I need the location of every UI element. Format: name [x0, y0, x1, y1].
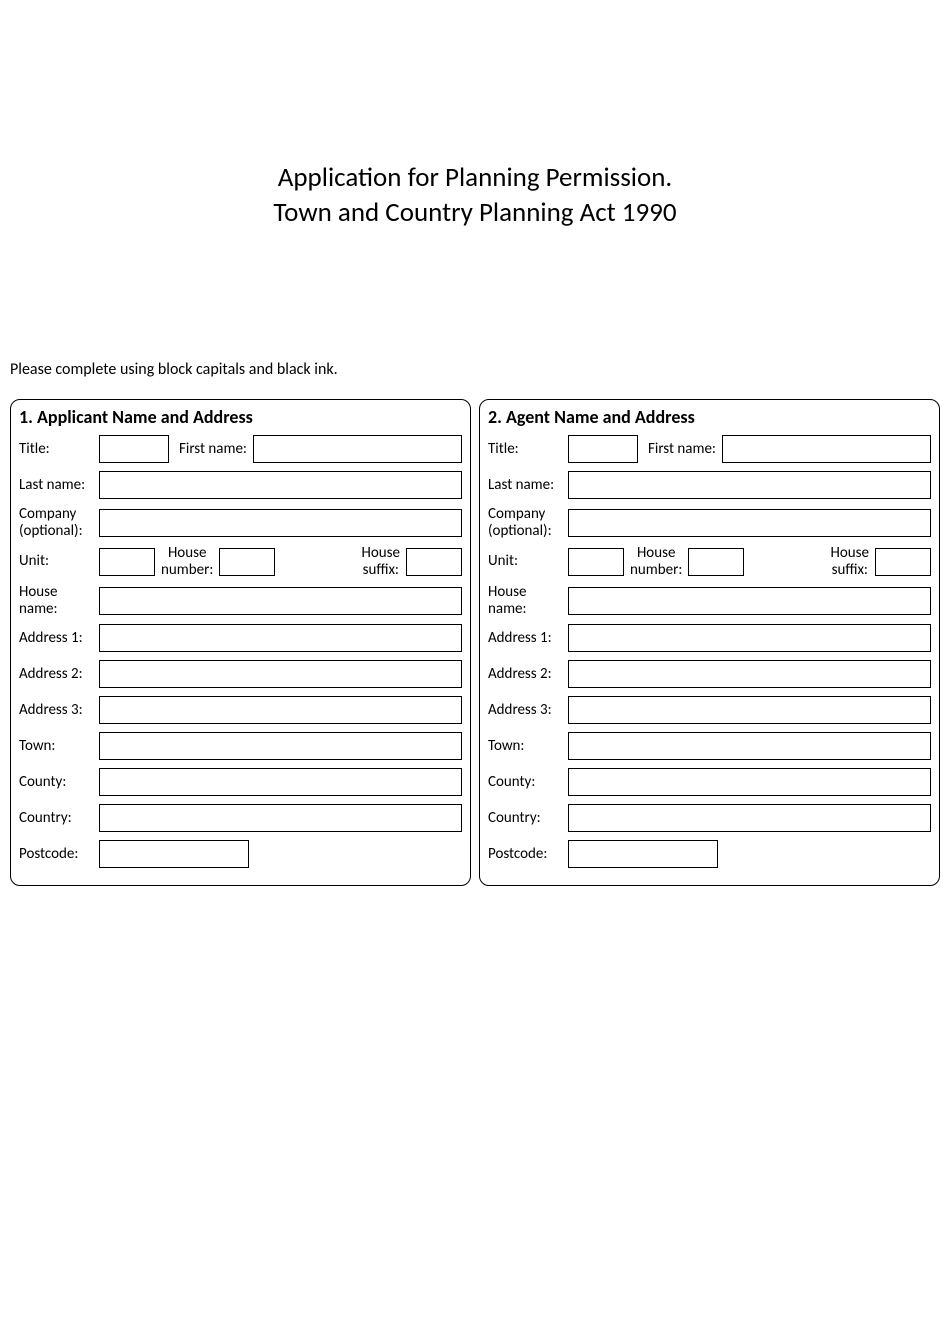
applicant-postcode-field[interactable] [99, 840, 249, 868]
applicant-town-label: Town: [19, 738, 99, 755]
applicant-section: 1. Applicant Name and Address Title: Fir… [10, 399, 471, 886]
instruction-text: Please complete using block capitals and… [10, 360, 940, 379]
agent-housenumber-field[interactable] [688, 548, 744, 576]
agent-unit-field[interactable] [568, 548, 624, 576]
agent-address1-label: Address 1: [488, 630, 568, 647]
applicant-address2-field[interactable] [99, 660, 462, 688]
agent-firstname-label: First name: [638, 441, 722, 458]
applicant-housenumber-field[interactable] [219, 548, 275, 576]
agent-address1-field[interactable] [568, 624, 931, 652]
applicant-housesuffix-field[interactable] [406, 548, 462, 576]
agent-address3-label: Address 3: [488, 702, 568, 719]
applicant-housename-field[interactable] [99, 587, 462, 615]
document-title-block: Application for Planning Permission. Tow… [10, 160, 940, 230]
agent-address2-field[interactable] [568, 660, 931, 688]
agent-address2-label: Address 2: [488, 666, 568, 683]
agent-county-label: County: [488, 774, 568, 791]
applicant-postcode-label: Postcode: [19, 846, 99, 863]
agent-unit-label: Unit: [488, 553, 568, 570]
applicant-county-field[interactable] [99, 768, 462, 796]
agent-town-field[interactable] [568, 732, 931, 760]
applicant-heading: 1. Applicant Name and Address [19, 406, 462, 428]
applicant-address3-field[interactable] [99, 696, 462, 724]
applicant-firstname-label: First name: [169, 441, 253, 458]
title-line-2: Town and Country Planning Act 1990 [10, 195, 940, 230]
applicant-firstname-field[interactable] [253, 435, 462, 463]
applicant-title-field[interactable] [99, 435, 169, 463]
applicant-title-label: Title: [19, 441, 99, 458]
agent-housename-field[interactable] [568, 587, 931, 615]
applicant-company-label: Company (optional): [19, 506, 99, 539]
applicant-address1-label: Address 1: [19, 630, 99, 647]
agent-county-field[interactable] [568, 768, 931, 796]
agent-lastname-field[interactable] [568, 471, 931, 499]
applicant-lastname-label: Last name: [19, 477, 99, 494]
agent-postcode-label: Postcode: [488, 846, 568, 863]
applicant-address2-label: Address 2: [19, 666, 99, 683]
applicant-country-field[interactable] [99, 804, 462, 832]
agent-lastname-label: Last name: [488, 477, 568, 494]
applicant-unit-label: Unit: [19, 553, 99, 570]
agent-housesuffix-label: House suffix: [825, 545, 875, 578]
applicant-town-field[interactable] [99, 732, 462, 760]
agent-country-label: Country: [488, 810, 568, 827]
agent-country-field[interactable] [568, 804, 931, 832]
agent-housename-label: House name: [488, 584, 568, 617]
agent-housesuffix-field[interactable] [875, 548, 931, 576]
agent-firstname-field[interactable] [722, 435, 931, 463]
agent-company-field[interactable] [568, 509, 931, 537]
agent-address3-field[interactable] [568, 696, 931, 724]
agent-title-field[interactable] [568, 435, 638, 463]
title-line-1: Application for Planning Permission. [10, 160, 940, 195]
applicant-housenumber-label: House number: [155, 545, 219, 578]
applicant-housename-label: House name: [19, 584, 99, 617]
applicant-lastname-field[interactable] [99, 471, 462, 499]
agent-heading: 2. Agent Name and Address [488, 406, 931, 428]
applicant-company-field[interactable] [99, 509, 462, 537]
agent-title-label: Title: [488, 441, 568, 458]
agent-postcode-field[interactable] [568, 840, 718, 868]
applicant-address1-field[interactable] [99, 624, 462, 652]
agent-town-label: Town: [488, 738, 568, 755]
applicant-unit-field[interactable] [99, 548, 155, 576]
agent-housenumber-label: House number: [624, 545, 688, 578]
applicant-address3-label: Address 3: [19, 702, 99, 719]
agent-section: 2. Agent Name and Address Title: First n… [479, 399, 940, 886]
agent-company-label: Company (optional): [488, 506, 568, 539]
applicant-country-label: Country: [19, 810, 99, 827]
applicant-county-label: County: [19, 774, 99, 791]
applicant-housesuffix-label: House suffix: [356, 545, 406, 578]
